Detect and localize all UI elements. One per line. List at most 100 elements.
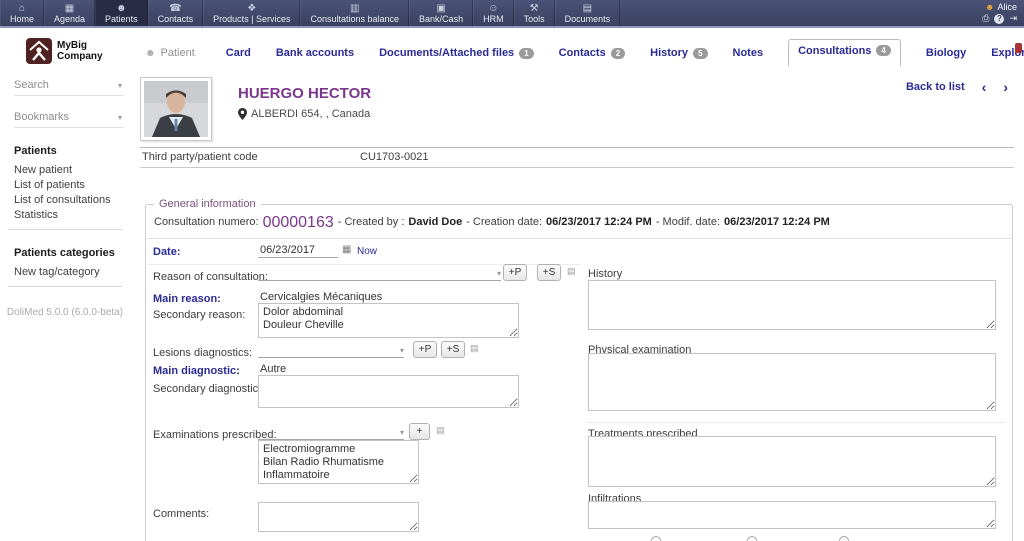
examinations-textarea[interactable]: Electromiogramme Bilan Radio Rhumatisme … bbox=[258, 440, 419, 484]
menu-patients-label: Patients bbox=[105, 13, 138, 24]
comments-textarea[interactable] bbox=[258, 502, 419, 532]
sidebar-item-list-of-patients[interactable]: List of patients bbox=[14, 177, 130, 192]
topbar: ⌂ Home ▦ Agenda ☻ Patients ☎ Contacts ❖ … bbox=[0, 0, 1024, 28]
next-record-icon[interactable]: › bbox=[1003, 80, 1008, 94]
menu-bank-label: Bank/Cash bbox=[419, 13, 464, 24]
main-reason-label: Main reason: bbox=[153, 293, 221, 305]
company-logo[interactable]: MyBig Company bbox=[26, 38, 130, 64]
treatments-prescribed-textarea[interactable] bbox=[588, 436, 996, 487]
patient-type-label: ☻ Patient bbox=[145, 47, 195, 59]
back-to-list-link[interactable]: Back to list bbox=[906, 81, 965, 93]
general-information-panel: General information Consultation numero:… bbox=[145, 198, 1013, 541]
history-textarea[interactable] bbox=[588, 280, 996, 330]
menu-agenda-label: Agenda bbox=[54, 13, 86, 24]
creation-date: 06/23/2017 12:24 PM bbox=[546, 216, 652, 228]
infiltrations-textarea[interactable] bbox=[588, 501, 996, 529]
menu-patients[interactable]: ☻ Patients bbox=[95, 0, 148, 26]
home-icon: ⌂ bbox=[18, 2, 26, 14]
sidebar: MyBig Company Search ▾ Bookmarks ▾ Patie… bbox=[0, 30, 130, 541]
chevron-down-icon: ▾ bbox=[117, 112, 122, 122]
consultation-number-label: Consultation numero: bbox=[154, 216, 259, 228]
lesions-diagnostics-select[interactable]: ▾ bbox=[258, 343, 404, 358]
logout-icon[interactable]: ⇥ bbox=[1009, 13, 1017, 24]
menu-contacts[interactable]: ☎ Contacts bbox=[147, 0, 204, 26]
sidebar-section-patients-categories: Patients categories bbox=[14, 247, 115, 259]
menu-bank[interactable]: ▣ Bank/Cash bbox=[409, 0, 474, 26]
add-principal-reason-button[interactable]: +P bbox=[503, 264, 527, 281]
back-navigation: Back to list ‹ › bbox=[906, 80, 1008, 94]
bookmarks-label: Bookmarks bbox=[14, 111, 70, 123]
erase-icon[interactable]: ▤ bbox=[470, 343, 479, 353]
physical-examination-textarea[interactable] bbox=[588, 353, 996, 411]
divider bbox=[586, 422, 1006, 423]
add-principal-diagnostic-button[interactable]: +P bbox=[413, 341, 437, 358]
chevron-down-icon: ▾ bbox=[496, 269, 501, 278]
add-secondary-diagnostic-button[interactable]: +S bbox=[441, 341, 465, 358]
secondary-reason-textarea[interactable]: Dolor abdominal Douleur Cheville bbox=[258, 303, 519, 338]
add-examination-button[interactable]: + bbox=[409, 423, 430, 440]
chevron-down-icon: ▾ bbox=[117, 80, 122, 90]
tab-consultations[interactable]: Consultations 4 bbox=[788, 38, 901, 66]
help-icon[interactable]: ? bbox=[994, 13, 1005, 24]
date-label: Date: bbox=[153, 246, 181, 258]
reason-select[interactable]: ▾ bbox=[258, 266, 501, 281]
sidebar-item-new-patient[interactable]: New patient bbox=[14, 162, 130, 177]
menu-documents[interactable]: ▤ Documents bbox=[554, 0, 621, 26]
patient-photo-image bbox=[144, 81, 208, 137]
patient-code-value: CU1703-0021 bbox=[360, 151, 429, 163]
erase-icon[interactable]: ▤ bbox=[567, 266, 576, 276]
secondary-diagnostic-textarea[interactable] bbox=[258, 375, 519, 408]
date-input[interactable] bbox=[258, 242, 338, 258]
sidebar-divider bbox=[8, 286, 122, 287]
patients-icon: ☻ bbox=[116, 2, 127, 14]
print-icon[interactable]: ⎙ bbox=[982, 13, 989, 24]
radio-option-1[interactable] bbox=[651, 536, 661, 541]
products-icon: ❖ bbox=[247, 2, 257, 14]
contacts-icon: ☎ bbox=[169, 2, 182, 14]
tab-card[interactable]: Card bbox=[226, 47, 251, 59]
consultations-balance-icon: ▥ bbox=[350, 2, 360, 14]
sidebar-item-new-tag-category[interactable]: New tag/category bbox=[14, 264, 130, 279]
user-menu[interactable]: ☻ Alice bbox=[985, 2, 1017, 12]
menu-hrm[interactable]: ☺ HRM bbox=[473, 0, 514, 26]
sidebar-section-patients: Patients bbox=[14, 145, 57, 157]
company-logo-icon bbox=[26, 38, 52, 64]
radio-option-2[interactable] bbox=[747, 536, 757, 541]
main-diagnostic-label: Main diagnostic: bbox=[153, 365, 240, 377]
tab-bank-accounts[interactable]: Bank accounts bbox=[276, 47, 354, 59]
edge-marker-icon bbox=[1015, 43, 1022, 53]
tab-notes[interactable]: Notes bbox=[733, 47, 764, 59]
secondary-diagnostic-label: Secondary diagnostic: bbox=[153, 383, 262, 395]
menu-contacts-label: Contacts bbox=[157, 13, 194, 24]
previous-record-icon[interactable]: ‹ bbox=[982, 80, 987, 94]
tabs-bar: ☻ Patient Card Bank accounts Documents/A… bbox=[145, 38, 1024, 66]
menu-products[interactable]: ❖ Products | Services bbox=[203, 0, 301, 26]
consultation-header: Consultation numero: 00000163- Created by… bbox=[154, 214, 830, 231]
patient-photo[interactable] bbox=[140, 77, 212, 141]
menu-tools[interactable]: ⚒ Tools bbox=[513, 0, 555, 26]
now-link[interactable]: Now bbox=[357, 246, 377, 257]
tab-documents[interactable]: Documents/Attached files 1 bbox=[379, 47, 534, 59]
search-dropdown[interactable]: Search ▾ bbox=[14, 77, 124, 96]
sidebar-item-list-of-consultations[interactable]: List of consultations bbox=[14, 192, 130, 207]
calendar-icon[interactable]: ▦ bbox=[342, 245, 351, 255]
menu-tools-label: Tools bbox=[523, 13, 545, 24]
erase-icon[interactable]: ▤ bbox=[436, 425, 445, 435]
history-count-badge: 5 bbox=[693, 47, 708, 59]
add-secondary-reason-button[interactable]: +S bbox=[537, 264, 561, 281]
examinations-select[interactable]: ▾ bbox=[258, 425, 404, 440]
tools-icon: ⚒ bbox=[529, 2, 539, 14]
bookmarks-dropdown[interactable]: Bookmarks ▾ bbox=[14, 109, 124, 128]
patient-address-row: ALBERDI 654, , Canada bbox=[238, 108, 370, 120]
tab-history[interactable]: History 5 bbox=[650, 47, 708, 59]
divider bbox=[147, 238, 1011, 239]
search-label: Search bbox=[14, 79, 49, 91]
menu-home[interactable]: ⌂ Home bbox=[0, 0, 45, 26]
tab-biology[interactable]: Biology bbox=[926, 47, 966, 59]
tab-contacts[interactable]: Contacts 2 bbox=[559, 47, 626, 59]
menu-hrm-label: HRM bbox=[483, 13, 504, 24]
radio-option-3[interactable] bbox=[839, 536, 849, 541]
menu-agenda[interactable]: ▦ Agenda bbox=[44, 0, 96, 26]
sidebar-item-statistics[interactable]: Statistics bbox=[14, 207, 130, 222]
menu-consultations-balance[interactable]: ▥ Consultations balance bbox=[300, 0, 410, 26]
